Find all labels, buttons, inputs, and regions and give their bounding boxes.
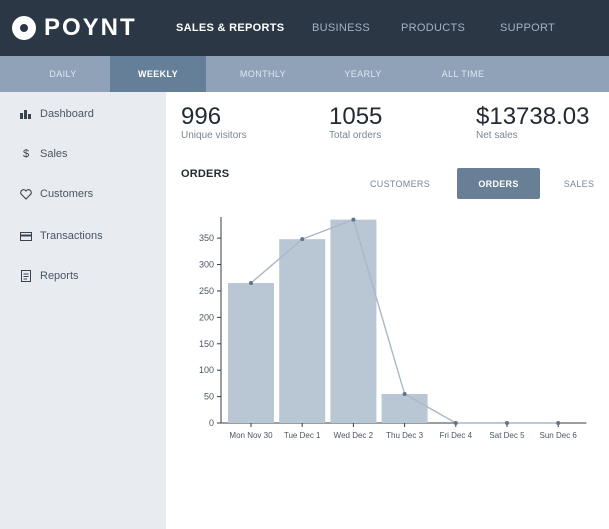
- data-point: [505, 421, 509, 425]
- x-tick-label: Fri Dec 4: [440, 431, 473, 440]
- x-tick-label: Thu Dec 3: [386, 431, 423, 440]
- x-tick-label: Wed Dec 2: [334, 431, 374, 440]
- data-point: [300, 237, 305, 242]
- data-point: [453, 421, 458, 425]
- x-tick-label: Sun Dec 6: [540, 431, 578, 440]
- bar: [330, 219, 377, 423]
- data-point: [351, 217, 356, 222]
- x-tick-label: Sat Dec 5: [489, 431, 525, 440]
- bar: [228, 283, 274, 423]
- y-tick-label: 0: [209, 418, 214, 428]
- y-tick-label: 250: [199, 286, 214, 296]
- y-tick-label: 200: [199, 312, 214, 322]
- data-point: [402, 391, 407, 396]
- y-tick-label: 100: [199, 365, 214, 375]
- bar: [279, 239, 326, 423]
- y-tick-label: 50: [204, 392, 214, 402]
- bar: [381, 393, 428, 423]
- x-tick-label: Mon Nov 30: [229, 431, 273, 440]
- x-tick-label: Tue Dec 1: [284, 431, 321, 440]
- orders-chart: 0 50 100 150 200 250 300 350 Mon Nov 30 Tue Dec 1…: [199, 217, 587, 440]
- data-point: [249, 281, 253, 286]
- y-tick-label: 300: [199, 260, 214, 270]
- y-tick-label: 350: [199, 233, 214, 243]
- data-point: [556, 421, 561, 425]
- y-tick-label: 150: [199, 339, 214, 349]
